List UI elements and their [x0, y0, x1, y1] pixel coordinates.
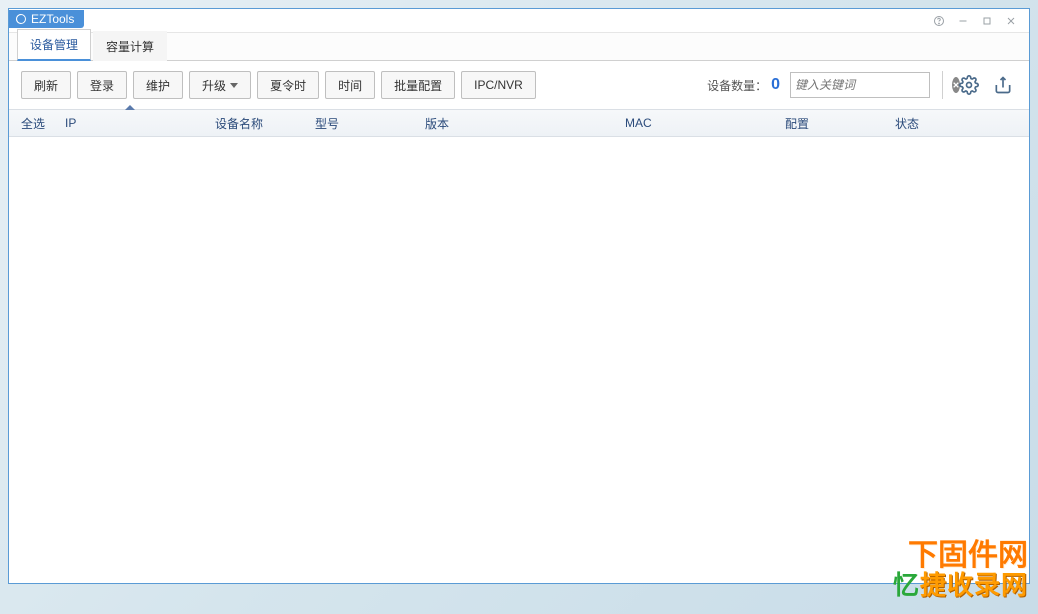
settings-button[interactable] [955, 71, 983, 99]
gear-icon [959, 75, 979, 95]
maximize-icon [981, 15, 993, 27]
minimize-icon [957, 15, 969, 27]
device-count-value: 0 [771, 76, 780, 94]
refresh-button[interactable]: 刷新 [21, 71, 71, 99]
app-title: EZTools [31, 12, 74, 26]
column-status[interactable]: 状态 [895, 115, 975, 132]
search-input[interactable] [795, 78, 952, 92]
help-button[interactable] [927, 11, 951, 31]
maximize-button[interactable] [975, 11, 999, 31]
help-icon [933, 15, 945, 27]
tab-row: 设备管理 容量计算 [9, 33, 1029, 61]
close-button[interactable] [999, 11, 1023, 31]
close-icon [1005, 15, 1017, 27]
export-button[interactable] [989, 71, 1017, 99]
maintain-button[interactable]: 维护 [133, 71, 183, 99]
tab-capacity-calc[interactable]: 容量计算 [93, 31, 167, 61]
column-device-name[interactable]: 设备名称 [215, 115, 315, 132]
chevron-down-icon [230, 83, 238, 88]
column-model[interactable]: 型号 [315, 115, 425, 132]
table-header: 全选 IP 设备名称 型号 版本 MAC 配置 状态 [9, 109, 1029, 137]
search-box [790, 72, 930, 98]
column-mac[interactable]: MAC [625, 116, 785, 130]
column-ip[interactable]: IP [65, 116, 215, 130]
export-icon [993, 75, 1013, 95]
titlebar: EZTools [9, 9, 1029, 33]
device-count: 设备数量： 0 [707, 76, 780, 94]
app-logo-icon [15, 13, 27, 25]
column-version[interactable]: 版本 [425, 115, 625, 132]
sort-indicator-icon [125, 105, 135, 110]
toolbar: 刷新 登录 维护 升级 夏令时 时间 批量配置 IPC/NVR 设备数量： 0 [9, 61, 1029, 109]
column-select-all[interactable]: 全选 [21, 115, 65, 132]
time-button[interactable]: 时间 [325, 71, 375, 99]
device-count-label: 设备数量： [707, 77, 767, 94]
batch-config-button[interactable]: 批量配置 [381, 71, 455, 99]
ipc-nvr-button[interactable]: IPC/NVR [461, 71, 536, 99]
upgrade-button[interactable]: 升级 [189, 71, 251, 99]
table-body [9, 137, 1029, 583]
column-config[interactable]: 配置 [785, 115, 895, 132]
tab-device-management[interactable]: 设备管理 [17, 29, 91, 61]
dst-button[interactable]: 夏令时 [257, 71, 319, 99]
app-badge: EZTools [9, 10, 84, 28]
minimize-button[interactable] [951, 11, 975, 31]
upgrade-label: 升级 [202, 77, 226, 94]
toolbar-divider [942, 71, 943, 99]
app-window: EZTools 设备管理 容量计算 刷新 登录 维护 升级 夏令时 时间 批量配… [8, 8, 1030, 584]
login-button[interactable]: 登录 [77, 71, 127, 99]
